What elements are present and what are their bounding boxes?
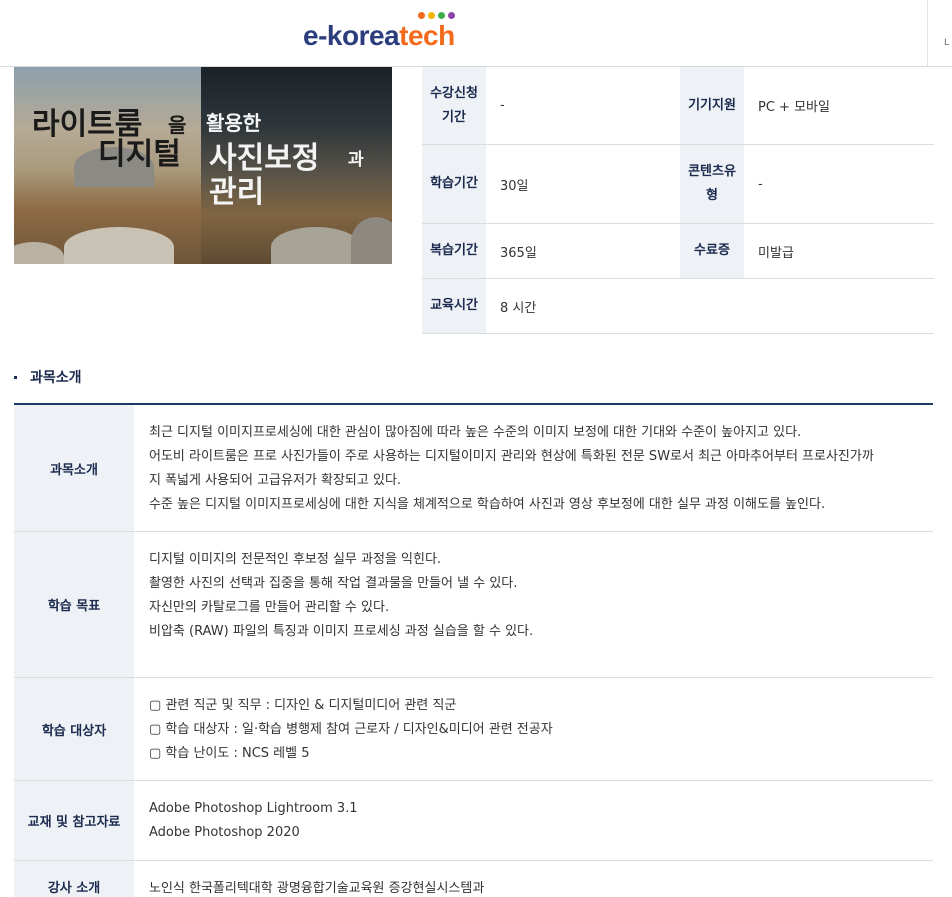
detail-row-goals: 학습 목표 디지털 이미지의 전문적인 후보정 실무 과정을 익힌다. 촬영한 … [14,532,933,678]
detail-line: Adobe Photoshop Lightroom 3.1 [149,801,358,816]
detail-label: 교재 및 참고자료 [14,781,134,860]
section-heading: 과목소개 [14,366,82,388]
detail-label: 과목소개 [14,405,134,531]
info-label: 교육시간 [422,279,486,333]
info-value: - [500,98,505,113]
detail-line: 지 폭넓게 사용되어 고급유저가 확장되고 있다. [149,473,402,488]
info-value: 30일 [500,178,529,194]
course-thumbnail: 라이트룸 을 활용한 디지털 사진보정 과 관리 [14,67,392,264]
detail-line: 디지털 이미지의 전문적인 후보정 실무 과정을 익힌다. [149,552,442,567]
detail-content: 디지털 이미지의 전문적인 후보정 실무 과정을 익힌다. 촬영한 사진의 선택… [149,548,929,644]
logo-part1: e-korea [303,20,400,51]
info-label: 복습기간 [422,224,486,278]
bullet-icon [14,375,17,379]
info-value: PC + 모바일 [758,100,830,115]
detail-row-instructor: 강사 소개 노인식 한국폴리텍대학 광명융합기술교육원 증강현실시스템과 [14,861,933,897]
detail-line: 촬영한 사진의 선택과 집중을 통해 작업 결과물을 만들어 낼 수 있다. [149,576,518,591]
detail-line: 어도비 라이트룸은 프로 사진가들이 주로 사용하는 디지털이미지 관리와 현상… [149,449,874,464]
site-header: e-koreatech L [0,0,952,67]
thumbnail-rock [271,227,361,264]
detail-content: Adobe Photoshop Lightroom 3.1 Adobe Phot… [149,797,929,845]
info-label: 수료증 [680,224,744,278]
logo-dot-2 [428,12,435,19]
detail-row-intro: 과목소개 최근 디지털 이미지프로세싱에 대한 관심이 많아짐에 따라 높은 수… [14,405,933,532]
thumbnail-title-3: 관리 [209,175,265,210]
thumbnail-title-2c: 과 [348,150,364,170]
detail-line: Adobe Photoshop 2020 [149,825,300,840]
logo-wordmark: e-koreatech [303,20,455,52]
thumbnail-title-2a: 디지털 [98,137,181,172]
detail-label: 강사 소개 [14,861,134,897]
info-label: 수강신청 기간 [422,67,486,144]
detail-line: ▢ 학습 난이도 : NCS 레벨 5 [149,746,310,761]
detail-line: 수준 높은 디지털 이미지프로세싱에 대한 지식을 체계적으로 학습하여 사진과… [149,497,826,512]
info-value: 미발급 [758,245,794,261]
info-label: 학습기간 [422,145,486,223]
header-divider [927,0,928,66]
info-row: 학습기간 30일 콘텐츠유 형 - [422,145,934,224]
info-value: 365일 [500,245,537,261]
info-value: 8 시간 [500,300,537,316]
detail-label: 학습 목표 [14,532,134,677]
detail-line: 최근 디지털 이미지프로세싱에 대한 관심이 많아짐에 따라 높은 수준의 이미… [149,425,802,440]
site-logo[interactable]: e-koreatech [303,12,473,56]
detail-row-target: 학습 대상자 ▢ 관련 직군 및 직무 : 디자인 & 디지털미디어 관련 직군… [14,678,933,781]
thumbnail-rock [64,227,174,264]
info-row: 교육시간 8 시간 [422,279,934,334]
logo-dot-3 [438,12,445,19]
info-row: 복습기간 365일 수료증 미발급 [422,224,934,279]
thumbnail-rock [351,217,392,264]
logo-dot-4 [448,12,455,19]
thumbnail-rock [14,242,64,264]
detail-line: 비압축 (RAW) 파일의 특징과 이미지 프로세싱 과정 실습을 할 수 있다… [149,624,534,639]
course-detail-table: 과목소개 최근 디지털 이미지프로세싱에 대한 관심이 많아짐에 따라 높은 수… [14,403,933,897]
detail-content: 최근 디지털 이미지프로세싱에 대한 관심이 많아짐에 따라 높은 수준의 이미… [149,421,929,517]
detail-content: 노인식 한국폴리텍대학 광명융합기술교육원 증강현실시스템과 [149,877,929,897]
detail-line: ▢ 학습 대상자 : 일·학습 병행제 참여 근로자 / 디자인&미디어 관련 … [149,722,553,737]
detail-line: 노인식 한국폴리텍대학 광명융합기술교육원 증강현실시스템과 [149,881,485,896]
logo-dots [418,12,455,20]
section-title: 과목소개 [30,370,82,386]
detail-content: ▢ 관련 직군 및 직무 : 디자인 & 디지털미디어 관련 직군 ▢ 학습 대… [149,694,929,766]
info-value: - [758,176,763,192]
info-label: 콘텐츠유 형 [680,145,744,223]
detail-row-materials: 교재 및 참고자료 Adobe Photoshop Lightroom 3.1 … [14,781,933,861]
thumbnail-title-1c: 활용한 [206,111,262,135]
logo-part2: tech [399,20,455,51]
detail-label: 학습 대상자 [14,678,134,780]
detail-line: ▢ 관련 직군 및 직무 : 디자인 & 디지털미디어 관련 직군 [149,698,457,713]
logo-dot-1 [418,12,425,19]
info-row: 수강신청 기간 - 기기지원 PC + 모바일 [422,67,934,145]
info-label: 기기지원 [680,67,744,144]
header-edge-text[interactable]: L [944,38,949,48]
detail-line: 자신만의 카탈로그를 만들어 관리할 수 있다. [149,600,390,615]
